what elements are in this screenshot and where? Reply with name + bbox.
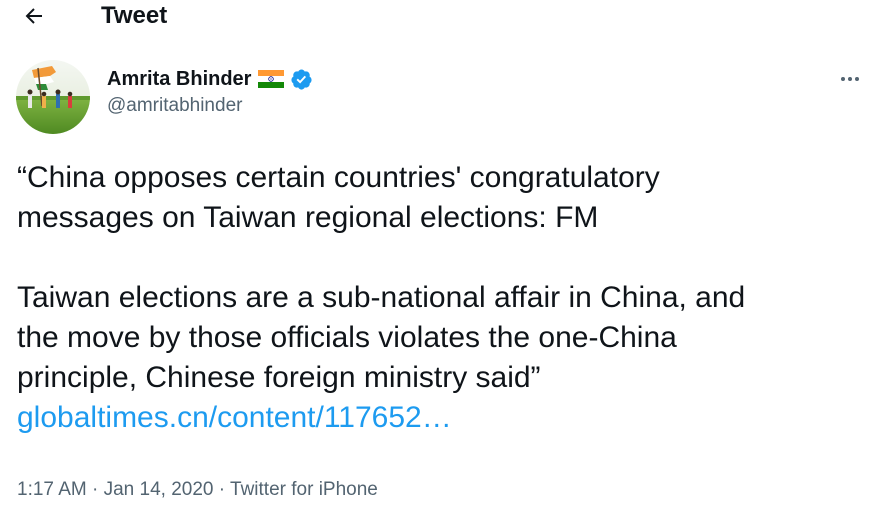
more-options-icon (841, 77, 859, 81)
user-handle[interactable]: @amritabhinder (107, 92, 313, 120)
verified-badge-icon (291, 68, 313, 90)
back-button[interactable] (16, 0, 52, 32)
separator: · (86, 479, 104, 500)
tweet-line: messages on Taiwan regional elections: F… (17, 201, 599, 234)
separator: · (213, 479, 231, 500)
tweet-metadata: 1:17 AM · Jan 14, 2020 · Twitter for iPh… (17, 476, 378, 504)
tweet-source[interactable]: Twitter for iPhone (230, 479, 378, 500)
tweet-line: principle, Chinese foreign ministry said… (17, 361, 541, 394)
tweet-author: Amrita Bhinder @amritabhinder (107, 66, 313, 120)
display-name-row: Amrita Bhinder (107, 66, 313, 92)
header-bar: Tweet (0, 0, 875, 36)
page-title: Tweet (101, 2, 168, 29)
tweet-blank-line: ​ (17, 238, 867, 278)
tweet-line: the move by those officials violates the… (17, 321, 677, 354)
india-flag-icon (258, 70, 285, 88)
tweet-time[interactable]: 1:17 AM (17, 479, 87, 500)
tweet-text: “China opposes certain countries' congra… (17, 158, 867, 438)
tweet-line: “China opposes certain countries' congra… (17, 161, 660, 194)
tweet-date[interactable]: Jan 14, 2020 (104, 479, 214, 500)
arrow-left-icon (25, 8, 42, 24)
tweet-link[interactable]: globaltimes.cn/content/117652… (17, 401, 452, 434)
more-options-button[interactable] (837, 66, 863, 92)
tweet-page: Tweet Amrita Bhinder @amritabhinder “Chi… (0, 0, 875, 519)
avatar-icon (16, 60, 90, 134)
avatar[interactable] (16, 60, 90, 134)
tweet-line: Taiwan elections are a sub-national affa… (17, 281, 746, 314)
display-name[interactable]: Amrita Bhinder (107, 66, 251, 92)
